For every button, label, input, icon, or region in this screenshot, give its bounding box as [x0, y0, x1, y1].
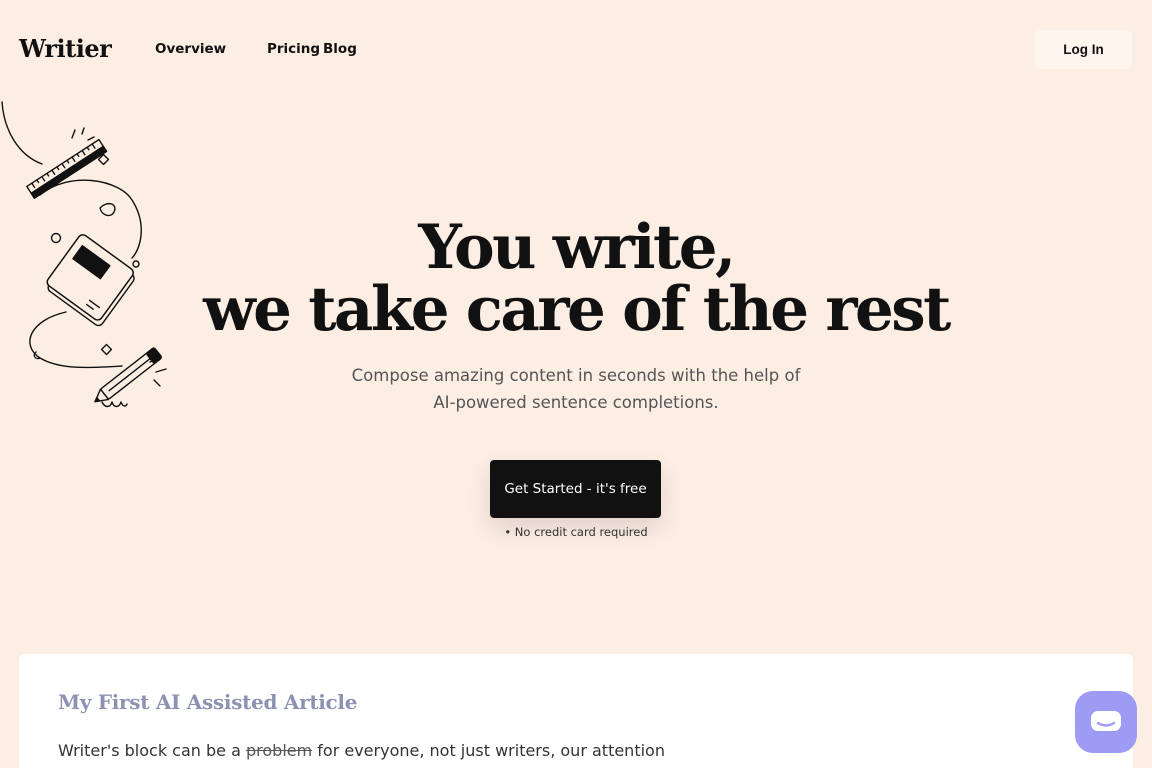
article-title: My First AI Assisted Article: [58, 690, 358, 714]
hero-subtitle: Compose amazing content in seconds with …: [326, 362, 826, 416]
article-body: Writer's block can be a problem for ever…: [58, 741, 758, 760]
hero-subtitle-line-1: Compose amazing content in seconds with …: [351, 366, 801, 385]
article-struck-word: problem: [245, 741, 313, 760]
logo[interactable]: Writier: [19, 34, 112, 63]
nav-pricing[interactable]: Pricing: [267, 41, 320, 57]
chat-widget-button[interactable]: [1075, 691, 1137, 753]
get-started-button[interactable]: Get Started - it's free: [490, 460, 661, 518]
nav-blog[interactable]: Blog: [323, 41, 357, 57]
hero-title-line-1: You write,: [418, 212, 736, 283]
article-preview-card: My First AI Assisted Article Writer's bl…: [19, 654, 1133, 768]
no-credit-card-note: • No credit card required: [504, 525, 648, 539]
article-body-start: Writer's block can be a: [58, 741, 246, 760]
login-button[interactable]: Log In: [1035, 30, 1132, 69]
article-body-end: for everyone, not just writers, our atte…: [312, 741, 665, 760]
hero-subtitle-line-2: AI-powered sentence completions.: [433, 393, 719, 412]
hero-title-line-2: we take care of the rest: [203, 274, 951, 345]
chat-bubble-icon: [1091, 711, 1121, 731]
nav-overview[interactable]: Overview: [155, 41, 226, 57]
landing-page: Writier Overview Pricing Blog Log In You…: [0, 0, 1152, 768]
hero-title: You write, we take care of the rest: [0, 217, 1152, 341]
